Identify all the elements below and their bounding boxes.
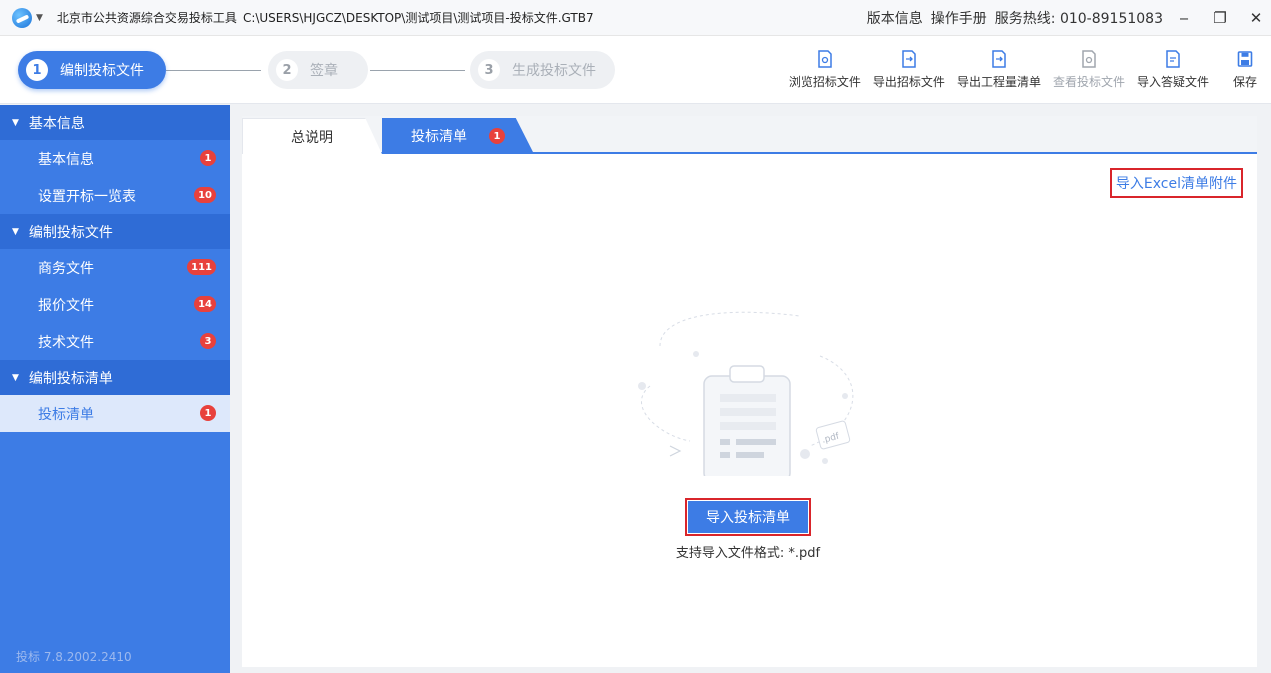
tool-label: 导入答疑文件 [1136, 75, 1209, 89]
tool-label: 查看投标文件 [1052, 75, 1125, 89]
sidebar: ▼ 基本信息 基本信息 1 设置开标一览表 10 ▼ 编制投标文件 商务文件 1… [0, 105, 230, 673]
document-view-icon [1082, 50, 1096, 68]
caret-down-icon: ▼ [12, 226, 19, 237]
step-number: 1 [26, 59, 48, 81]
tool-label: 导出工程量清单 [956, 75, 1041, 89]
sidebar-group-compile[interactable]: ▼ 编制投标文件 [0, 214, 230, 249]
caret-down-icon: ▼ [12, 117, 19, 128]
export-tender-button[interactable]: 导出招标文件 [867, 36, 951, 104]
step-label: 签章 [310, 63, 338, 79]
count-badge: 14 [194, 296, 216, 312]
group-label: 基本信息 [28, 115, 85, 132]
step-connector [166, 70, 261, 71]
export-icon [992, 50, 1006, 68]
supported-format-note: 支持导入文件格式: *.pdf [675, 546, 821, 561]
import-icon [1166, 50, 1180, 68]
sidebar-item-business[interactable]: 商务文件 111 [0, 249, 230, 286]
version-info-link[interactable]: 版本信息 [867, 8, 923, 28]
view-bid-button[interactable]: 查看投标文件 [1047, 36, 1131, 104]
sidebar-item-label: 基本信息 [38, 151, 94, 168]
group-label: 编制投标清单 [28, 370, 113, 387]
toolbar: 浏览招标文件 导出招标文件 导出工程量清单 查看投标文件 导入答疑文件 保存 [783, 36, 1271, 104]
app-logo-icon[interactable] [12, 7, 32, 28]
tab-bid-list[interactable]: 投标清单 1 [382, 118, 534, 154]
tool-label: 保存 [1232, 75, 1257, 89]
step-label: 生成投标文件 [512, 63, 596, 79]
export-icon [902, 50, 916, 68]
version-label: 投标 7.8.2002.2410 [16, 650, 132, 664]
document-icon [818, 50, 832, 68]
sidebar-item-basic-info[interactable]: 基本信息 1 [0, 140, 230, 177]
tool-label: 导出招标文件 [872, 75, 945, 89]
sidebar-item-label: 报价文件 [38, 297, 94, 314]
close-icon[interactable]: ✕ [1241, 9, 1271, 27]
restore-icon[interactable]: ❐ [1205, 9, 1235, 27]
import-qa-button[interactable]: 导入答疑文件 [1131, 36, 1215, 104]
sidebar-item-label: 设置开标一览表 [38, 188, 136, 205]
step-connector [370, 70, 465, 71]
tool-label: 浏览招标文件 [788, 75, 861, 89]
export-bill-button[interactable]: 导出工程量清单 [951, 36, 1047, 104]
hotline-text: 服务热线: 010-89151083 [994, 10, 1163, 27]
manual-link[interactable]: 操作手册 [931, 8, 987, 28]
step-3-generate[interactable]: 3 生成投标文件 [470, 51, 615, 89]
count-badge: 10 [194, 187, 216, 203]
tab-general-notes[interactable]: 总说明 [242, 118, 382, 154]
sidebar-item-technical[interactable]: 技术文件 3 [0, 323, 230, 360]
tab-bar: 总说明 投标清单 1 [242, 116, 1257, 154]
sidebar-group-basic-info[interactable]: ▼ 基本信息 [0, 105, 230, 140]
minimize-icon[interactable]: ‒ [1169, 9, 1199, 27]
caret-down-icon: ▼ [12, 372, 19, 383]
step-2-sign[interactable]: 2 签章 [268, 51, 368, 89]
sidebar-item-label: 技术文件 [38, 334, 94, 351]
import-bid-list-button[interactable]: 导入投标清单 [685, 498, 811, 536]
count-badge: 1 [200, 150, 216, 166]
sidebar-item-label: 投标清单 [38, 406, 94, 423]
title-bar: ▼ 北京市公共资源综合交易投标工具 C:\USERS\HJGCZ\DESKTOP… [0, 0, 1271, 36]
group-label: 编制投标文件 [28, 224, 113, 241]
step-1-compile[interactable]: 1 编制投标文件 [18, 51, 166, 89]
step-toolbar: 1 编制投标文件 2 签章 3 生成投标文件 浏览招标文件 导出招标文件 导出工… [0, 36, 1271, 104]
file-path: C:\USERS\HJGCZ\DESKTOP\测试项目\测试项目-投标文件.GT… [242, 11, 594, 25]
save-icon [1237, 51, 1253, 67]
sidebar-group-bid-list[interactable]: ▼ 编制投标清单 [0, 360, 230, 395]
count-badge: 111 [187, 259, 216, 275]
sidebar-item-pricing[interactable]: 报价文件 14 [0, 286, 230, 323]
tab-label: 总说明 [291, 129, 333, 146]
step-number: 3 [478, 59, 500, 81]
count-badge: 1 [200, 405, 216, 421]
tab-label: 投标清单 [411, 129, 467, 145]
clipboard-illustration: .pdf [638, 311, 854, 476]
step-number: 2 [276, 59, 298, 81]
sidebar-item-bid-list[interactable]: 投标清单 1 [0, 395, 230, 432]
sidebar-item-opening-table[interactable]: 设置开标一览表 10 [0, 177, 230, 214]
count-badge: 3 [200, 333, 216, 349]
sidebar-item-label: 商务文件 [38, 260, 94, 277]
browse-tender-button[interactable]: 浏览招标文件 [783, 36, 867, 104]
app-title: 北京市公共资源综合交易投标工具 [56, 11, 237, 25]
chevron-down-icon[interactable]: ▼ [36, 13, 43, 23]
import-excel-attachment-button[interactable]: 导入Excel清单附件 [1109, 168, 1243, 198]
title-right-group: 版本信息 操作手册 服务热线: 010-89151083 ‒ ❐ ✕ [859, 8, 1271, 28]
save-button[interactable]: 保存 [1215, 36, 1271, 104]
count-badge: 1 [489, 128, 505, 144]
step-label: 编制投标文件 [60, 63, 144, 79]
